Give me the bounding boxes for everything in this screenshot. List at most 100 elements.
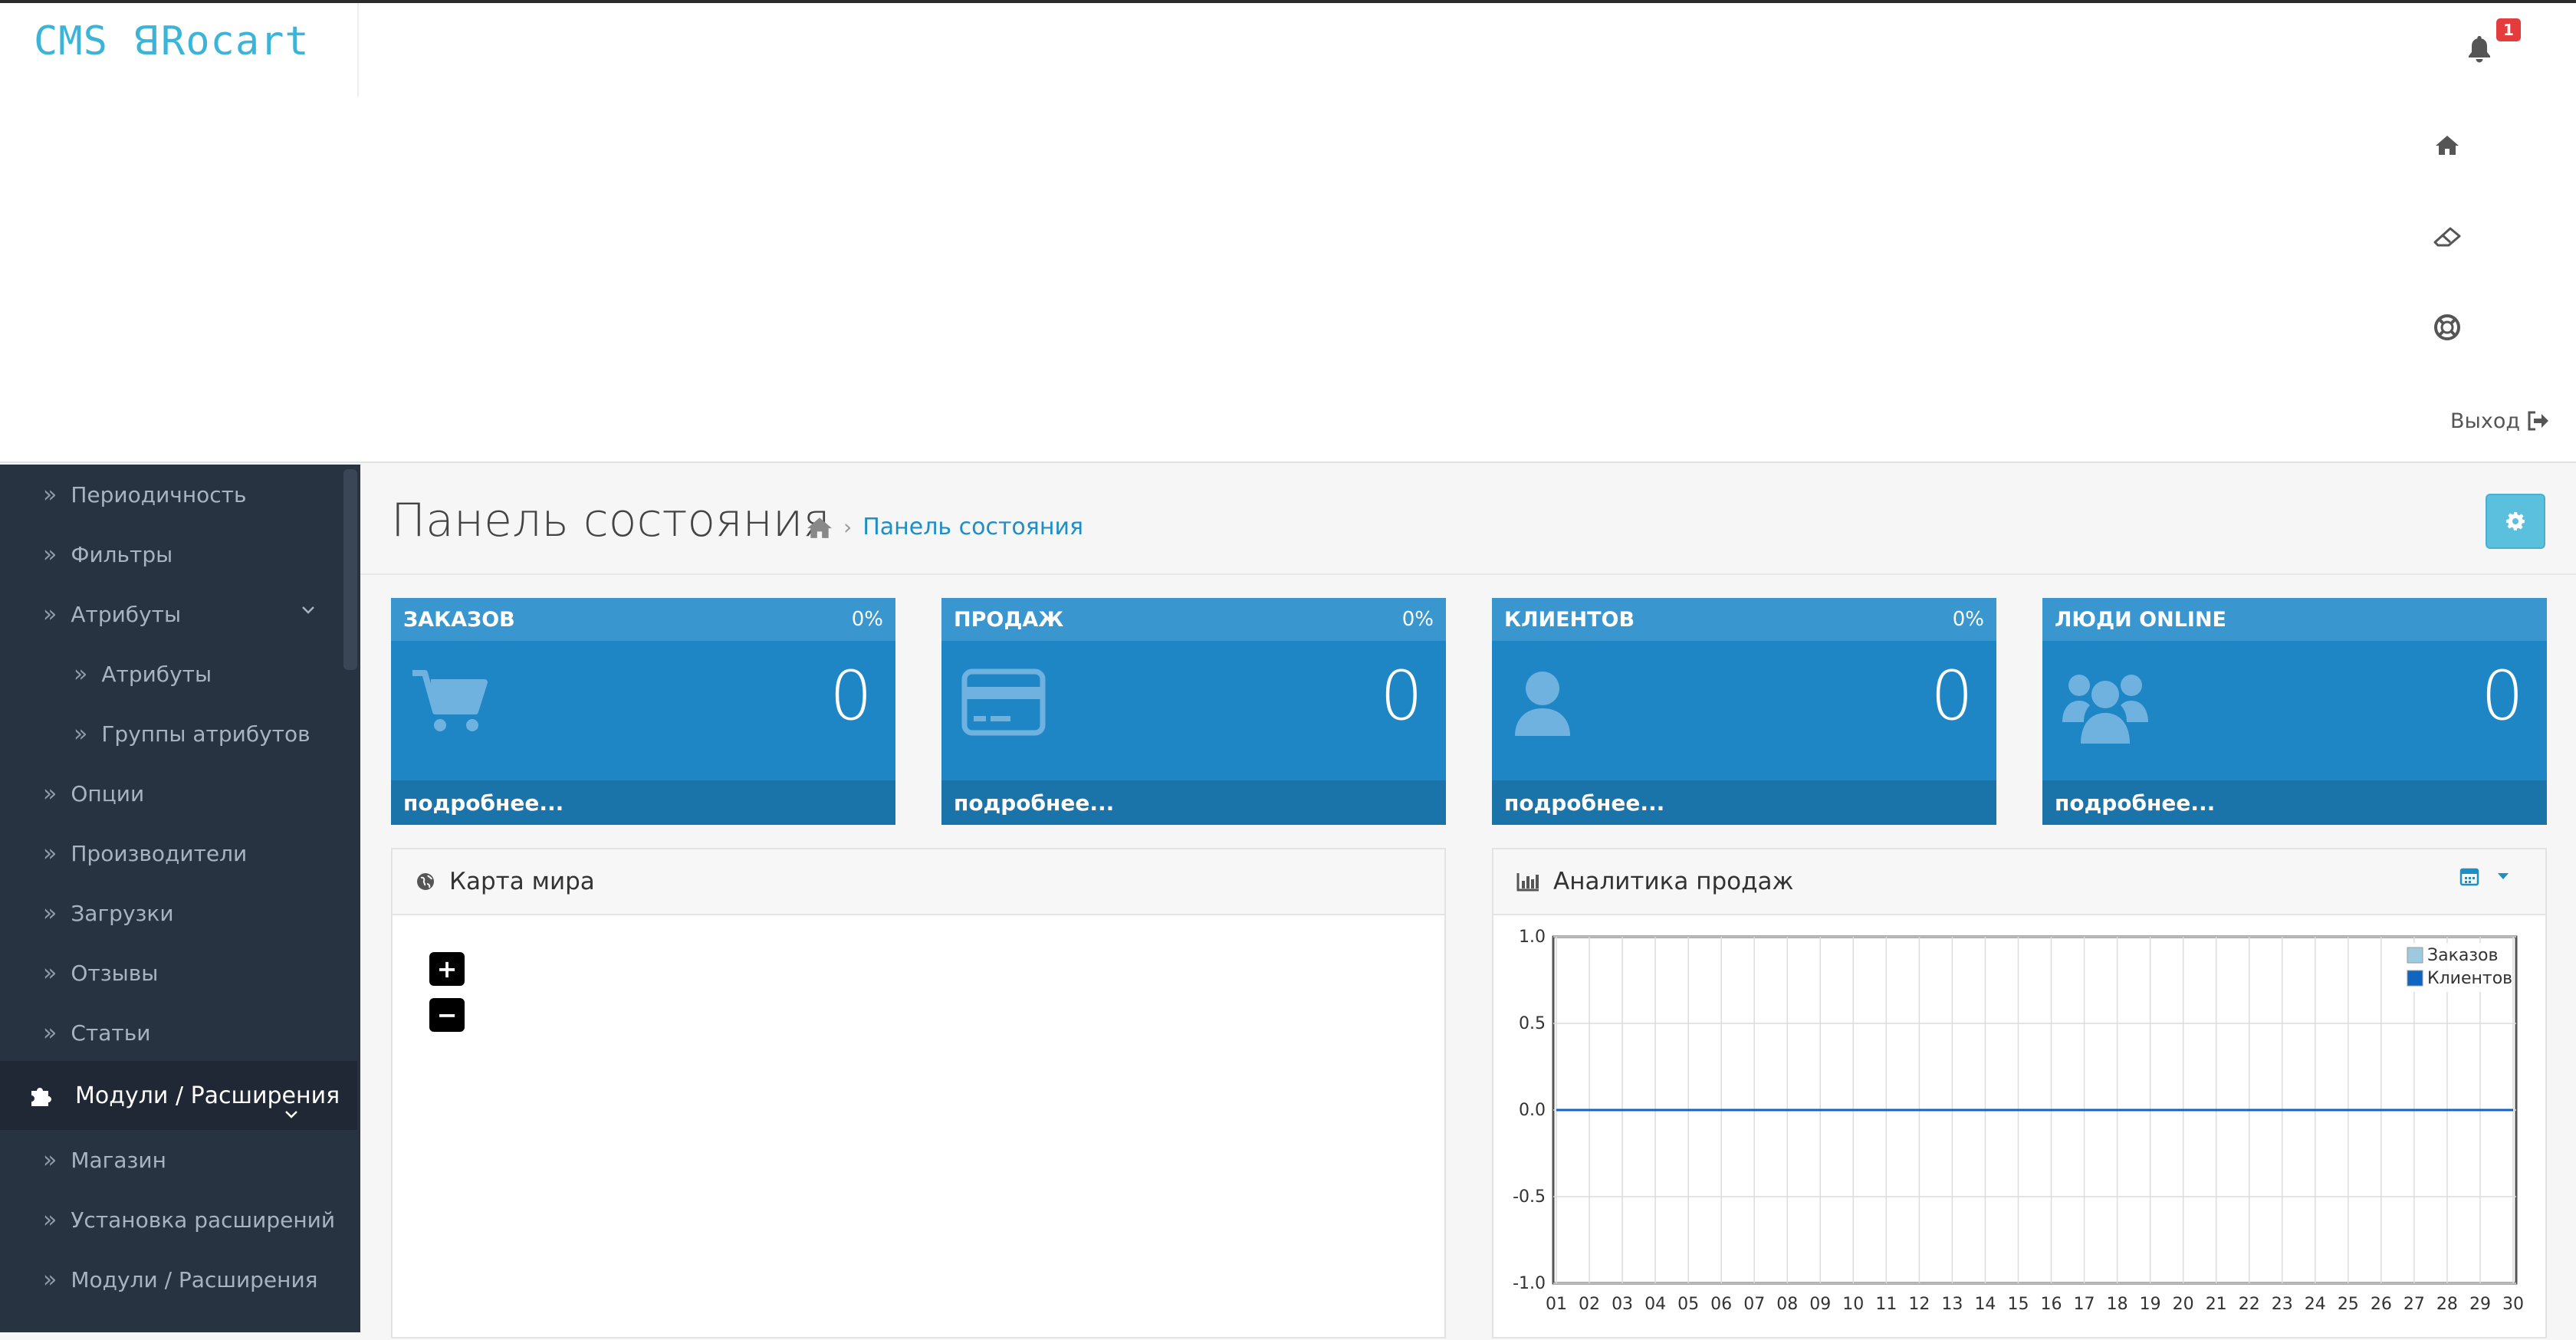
sidebar-item-reviews[interactable]: » Отзывы	[0, 943, 337, 1003]
chevron-down-icon	[302, 606, 314, 614]
tile-percent: 0%	[1952, 608, 1984, 631]
page-header: Панель состояния › Панель состояния	[360, 465, 2576, 575]
sidebar-item-attributes-list[interactable]: » Атрибуты	[0, 644, 337, 704]
tile-title: ЛЮДИ ONLINE	[2055, 607, 2227, 632]
sidebar-item-label: Установка расширений	[71, 1207, 336, 1233]
sidebar-item-label: Атрибуты	[101, 661, 212, 687]
sidebar-item-periodicity[interactable]: » Периодичность	[0, 465, 337, 524]
x-tick-label: 23	[2272, 1295, 2293, 1314]
panel-title: Карта мира	[449, 868, 595, 895]
top-header: CMS ꓭRocart 1 Выход	[0, 3, 2576, 463]
bar-chart-icon	[1516, 873, 1539, 892]
x-tick-label: 27	[2404, 1295, 2425, 1314]
sidebar-item-downloads[interactable]: » Загрузки	[0, 883, 337, 943]
sidebar-item-label: Атрибуты	[71, 601, 182, 627]
chevron-right-icon: »	[43, 1146, 58, 1174]
life-ring-icon	[2434, 314, 2460, 340]
zoom-out-button[interactable]: −	[429, 998, 465, 1032]
x-tick-label: 22	[2239, 1295, 2260, 1314]
x-tick-label: 28	[2436, 1295, 2458, 1314]
legend-label: Клиентов	[2427, 969, 2512, 988]
globe-icon	[417, 873, 434, 890]
notifications-button[interactable]: 1	[2456, 18, 2521, 80]
sidebar-item-options[interactable]: » Опции	[0, 764, 337, 823]
tile-value: 0	[1380, 656, 1423, 735]
chevron-right-icon: »	[43, 780, 58, 807]
x-tick-label: 04	[1644, 1295, 1666, 1314]
y-tick-label: -0.5	[1513, 1187, 1546, 1207]
support-button[interactable]	[2430, 308, 2464, 346]
sidebar-item-label: Модули / Расширения	[71, 1266, 318, 1292]
caret-down-icon	[2498, 873, 2509, 879]
x-tick-label: 11	[1875, 1295, 1897, 1314]
sidebar-scrollbar[interactable]	[343, 469, 357, 670]
legend-swatch	[2407, 970, 2423, 987]
chevron-right-icon: »	[43, 481, 58, 508]
panel-heading: Карта мира	[393, 849, 1444, 915]
x-tick-label: 29	[2469, 1295, 2491, 1314]
zoom-in-button[interactable]: +	[429, 952, 465, 986]
x-tick-label: 12	[1908, 1295, 1930, 1314]
chevron-right-icon: »	[74, 720, 88, 747]
tile-title: ПРОДАЖ	[954, 607, 1064, 632]
sign-out-icon	[2528, 411, 2549, 431]
world-map-panel: Карта мира + −	[391, 848, 1446, 1338]
sales-analytics-panel: Аналитика продаж 01 02 03 04 05 06 07 08 09 10 11 1…	[1492, 848, 2547, 1338]
top-nav: 1 Выход	[2392, 3, 2576, 463]
sidebar-item-attributes[interactable]: » Атрибуты	[0, 584, 337, 644]
tile-people-online: ЛЮДИ ONLINE 0 подробнее...	[2042, 598, 2547, 825]
home-button[interactable]	[2432, 126, 2463, 164]
x-tick-label: 20	[2173, 1295, 2194, 1314]
logout-button[interactable]: Выход	[2450, 402, 2549, 440]
brand-logo[interactable]: CMS ꓭRocart	[34, 18, 310, 64]
notification-badge: 1	[2496, 18, 2521, 41]
sidebar-item-label: Опции	[71, 780, 145, 806]
sidebar-section-label: Модули / Расширения	[75, 1082, 340, 1109]
x-tick-label: 15	[2007, 1295, 2029, 1314]
tile-more-link[interactable]: подробнее...	[2042, 780, 2547, 825]
panel-title: Аналитика продаж	[1553, 868, 1794, 895]
x-tick-label: 21	[2206, 1295, 2227, 1314]
panel-heading: Аналитика продаж	[1493, 849, 2545, 915]
tile-more-link[interactable]: подробнее...	[391, 780, 895, 825]
tile-more-link[interactable]: подробнее...	[941, 780, 1446, 825]
sidebar-item-label: Производители	[71, 840, 248, 866]
sidebar-item-label: Группы атрибутов	[101, 721, 310, 747]
settings-button[interactable]	[2486, 494, 2545, 549]
sidebar-section-extensions[interactable]: Модули / Расширения	[0, 1061, 357, 1130]
x-tick-label: 05	[1677, 1295, 1699, 1314]
tile-percent: 0%	[851, 608, 883, 631]
sidebar-item-label: Фильтры	[71, 541, 173, 567]
sidebar-item-label: Загрузки	[71, 900, 174, 926]
chevron-down-icon	[285, 1111, 297, 1118]
home-icon[interactable]	[807, 516, 833, 539]
sidebar-item-articles[interactable]: » Статьи	[0, 1003, 337, 1062]
chevron-right-icon: »	[74, 660, 88, 688]
chevron-right-icon: »	[43, 600, 58, 628]
x-tick-label: 08	[1776, 1295, 1798, 1314]
sidebar-item-installer[interactable]: » Установка расширений	[0, 1190, 337, 1250]
sidebar-item-attribute-groups[interactable]: » Группы атрибутов	[0, 704, 337, 764]
x-tick-label: 03	[1612, 1295, 1633, 1314]
tile-sales: ПРОДАЖ 0% 0 подробнее...	[941, 598, 1446, 825]
tile-value: 0	[830, 656, 872, 735]
clear-cache-button[interactable]	[2432, 218, 2463, 256]
sidebar-item-store[interactable]: » Магазин	[0, 1130, 337, 1190]
breadcrumb-link[interactable]: Панель состояния	[863, 514, 1083, 540]
date-range-dropdown[interactable]	[2459, 866, 2522, 886]
sidebar: » Периодичность » Фильтры » Атрибуты » А…	[0, 465, 360, 1332]
sidebar-item-filters[interactable]: » Фильтры	[0, 524, 337, 584]
y-tick-label: 0.5	[1519, 1014, 1546, 1033]
x-tick-label: 18	[2107, 1295, 2128, 1314]
tile-more-link[interactable]: подробнее...	[1492, 780, 1996, 825]
sales-chart: 01 02 03 04 05 06 07 08 09 10 11 12 13 14 15 16 17 18 19 20…	[1513, 928, 2524, 1314]
sidebar-item-extensions[interactable]: » Модули / Расширения	[0, 1250, 337, 1309]
home-icon	[2436, 136, 2459, 155]
x-tick-label: 30	[2502, 1295, 2524, 1314]
sidebar-item-label: Отзывы	[71, 960, 159, 986]
sidebar-item-manufacturers[interactable]: » Производители	[0, 823, 337, 883]
chevron-right-icon: »	[43, 540, 58, 568]
breadcrumb: › Панель состояния	[807, 514, 1083, 540]
x-tick-label: 14	[1974, 1295, 1996, 1314]
users-icon	[2062, 675, 2148, 744]
